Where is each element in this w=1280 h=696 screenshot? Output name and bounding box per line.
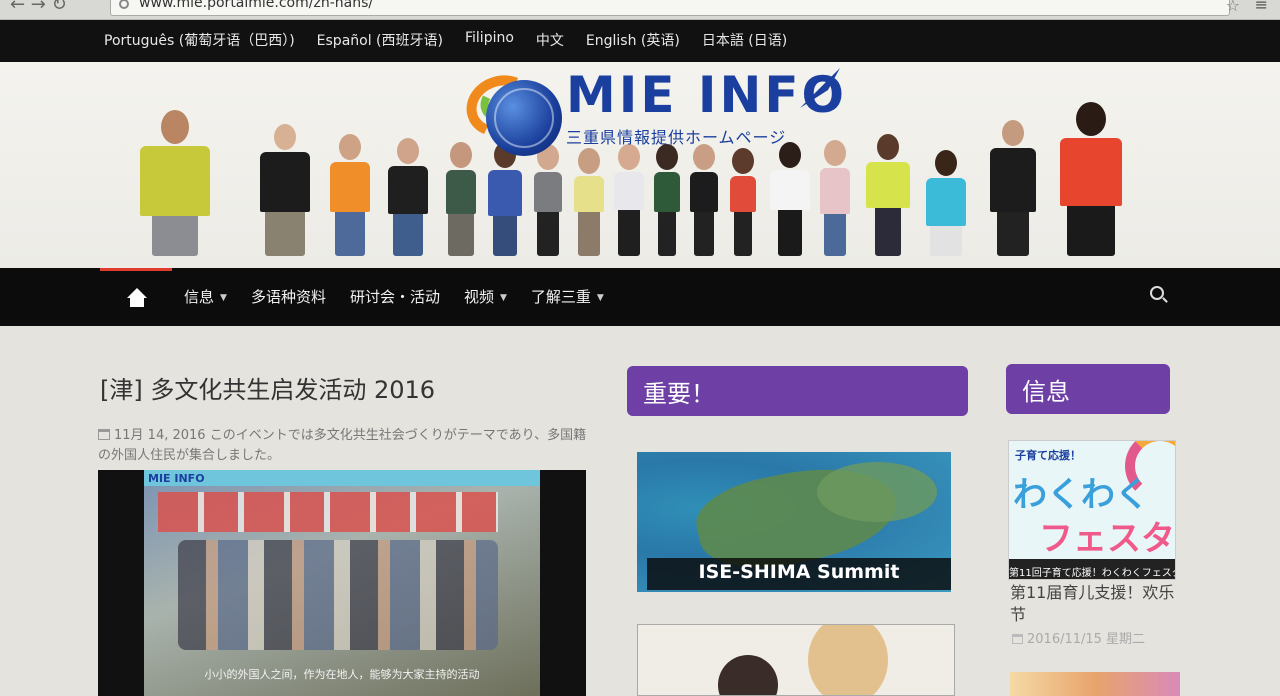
summit-label: ISE-SHIMA Summit — [647, 558, 951, 590]
home-icon[interactable] — [126, 288, 148, 310]
language-bar: Português (葡萄牙语（巴西）) Español (西班牙语) Fili… — [0, 20, 1280, 62]
site-banner: MIE INFO 三重県情報提供ホームページ — [0, 62, 1280, 268]
logo-subtitle: 三重県情報提供ホームページ — [566, 128, 787, 147]
video-logo: MIE INFO — [148, 472, 205, 485]
festa-thumbnail[interactable]: 子育て応援！ わくわく フェスタ 第11回子育て応援！わくわくフェスタ — [1008, 440, 1176, 580]
globe-icon — [486, 80, 562, 156]
caret-down-icon: ▼ — [499, 292, 507, 303]
nav-item-videos[interactable]: 视频 ▼ — [464, 286, 507, 307]
main-navigation: 信息 ▼ 多语种资料 研讨会・活动 视频 ▼ 了解三重 ▼ — [0, 268, 1280, 326]
post-meta: 11月 14, 2016 このイベントでは多文化共生社会づくりがテーマであり、多… — [98, 426, 588, 466]
caret-down-icon: ▼ — [596, 292, 604, 303]
video-caption: 小小的外国人之间，作为在地人，能够为大家主持的活动 — [204, 668, 480, 681]
lang-spanish[interactable]: Español (西班牙语) — [317, 30, 443, 50]
bookmark-star-icon[interactable]: ☆ — [1226, 0, 1240, 15]
nav-item-label: 研讨会・活动 — [349, 288, 440, 306]
photo-subject — [718, 655, 778, 695]
url-text: www.mie.portalmie.com/zh-hans/ — [139, 0, 374, 11]
lang-chinese[interactable]: 中文 — [536, 30, 564, 50]
post-title[interactable]: [津] 多文化共生启发活动 2016 — [100, 370, 435, 405]
calendar-icon — [98, 429, 110, 440]
nav-item-label: 了解三重 — [530, 288, 591, 306]
nav-item-seminars-events[interactable]: 研讨会・活动 — [350, 286, 440, 307]
festa-big-text-1: わくわく — [1013, 475, 1149, 515]
festa-strip-text: 第11回子育て応援！わくわくフェスタ — [1009, 559, 1175, 579]
flags-decoration — [158, 492, 498, 532]
lang-portuguese[interactable]: Português (葡萄牙语（巴西）) — [104, 30, 295, 50]
info-header: 信息 — [1006, 364, 1170, 414]
logo-title: MIE INFO — [566, 66, 848, 124]
people-photo — [178, 540, 498, 650]
lang-filipino[interactable]: Filipino — [465, 30, 514, 50]
next-article-thumbnail[interactable] — [1010, 672, 1180, 696]
important-header: 重要！ — [627, 366, 968, 416]
active-indicator — [100, 268, 172, 271]
back-forward-icon[interactable]: ← → ↻ — [10, 0, 67, 15]
nav-item-label: 视频 — [463, 288, 494, 306]
language-list: Português (葡萄牙语（巴西）) Español (西班牙语) Fili… — [104, 30, 809, 50]
map-land — [817, 462, 937, 522]
photo-subject — [808, 625, 888, 695]
browser-toolbar: ← → ↻ www.mie.portalmie.com/zh-hans/ ☆ ≡ — [0, 0, 1280, 20]
portrait-thumbnail[interactable] — [637, 624, 955, 696]
nav-item-label: 信息 — [184, 288, 215, 306]
post-date: 11月 14, 2016 — [114, 428, 206, 443]
browser-menu-icon[interactable]: ≡ — [1255, 0, 1268, 14]
main-content: [津] 多文化共生启发活动 2016 11月 14, 2016 このイベントでは… — [0, 326, 1280, 696]
festa-date: 2016/11/15 星期二 — [1012, 628, 1145, 647]
site-logo[interactable]: MIE INFO 三重県情報提供ホームページ — [457, 64, 848, 156]
festa-date-text: 2016/11/15 星期二 — [1027, 632, 1146, 647]
calendar-icon — [1012, 634, 1023, 644]
nav-item-label: 多语种资料 — [250, 288, 326, 306]
lang-japanese[interactable]: 日本語 (日语) — [702, 30, 787, 50]
site-info-icon[interactable] — [119, 0, 129, 9]
post-video-thumbnail[interactable]: MIE INFO 小小的外国人之间，作为在地人，能够为大家主持的活动 — [98, 470, 586, 696]
caret-down-icon: ▼ — [220, 292, 227, 303]
festa-title-link[interactable]: 第11届育儿支援！欢乐节 — [1010, 582, 1180, 626]
festa-big-text-2: フェスタ — [1039, 519, 1175, 559]
nav-item-info[interactable]: 信息 ▼ — [184, 286, 227, 307]
nav-item-multilingual-docs[interactable]: 多语种资料 — [251, 286, 326, 307]
address-bar[interactable]: www.mie.portalmie.com/zh-hans/ — [110, 0, 1230, 16]
nav-item-about-mie[interactable]: 了解三重 ▼ — [531, 286, 604, 307]
search-icon[interactable] — [1150, 286, 1164, 300]
nav-menu: 信息 ▼ 多语种资料 研讨会・活动 视频 ▼ 了解三重 ▼ — [184, 286, 628, 307]
ise-shima-summit-thumbnail[interactable]: ISE-SHIMA Summit — [637, 452, 951, 592]
festa-top-text: 子育て応援！ — [1015, 449, 1081, 462]
lang-english[interactable]: English (英语) — [586, 30, 680, 50]
